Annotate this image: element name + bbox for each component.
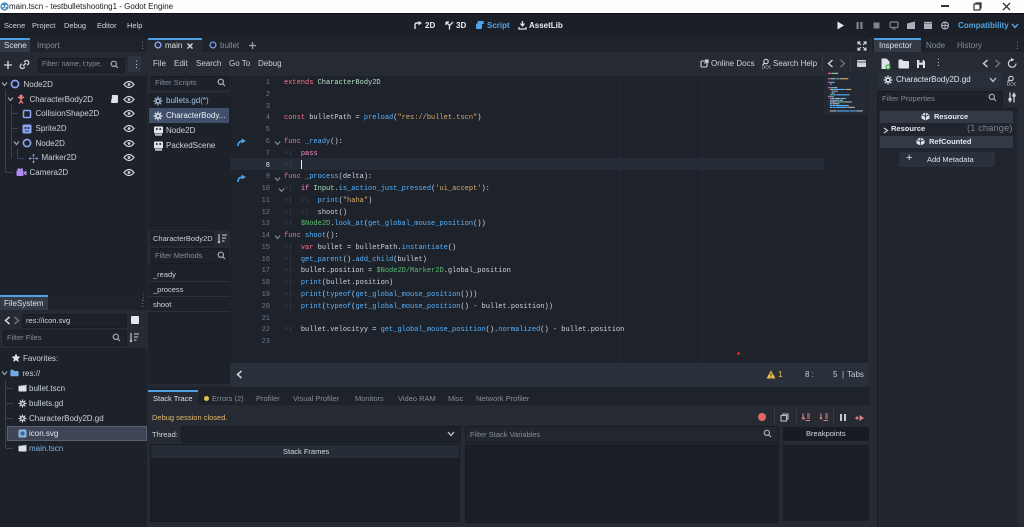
- svg-text:DOC: DOC: [762, 65, 771, 70]
- svg-text:DOC: DOC: [1007, 82, 1016, 87]
